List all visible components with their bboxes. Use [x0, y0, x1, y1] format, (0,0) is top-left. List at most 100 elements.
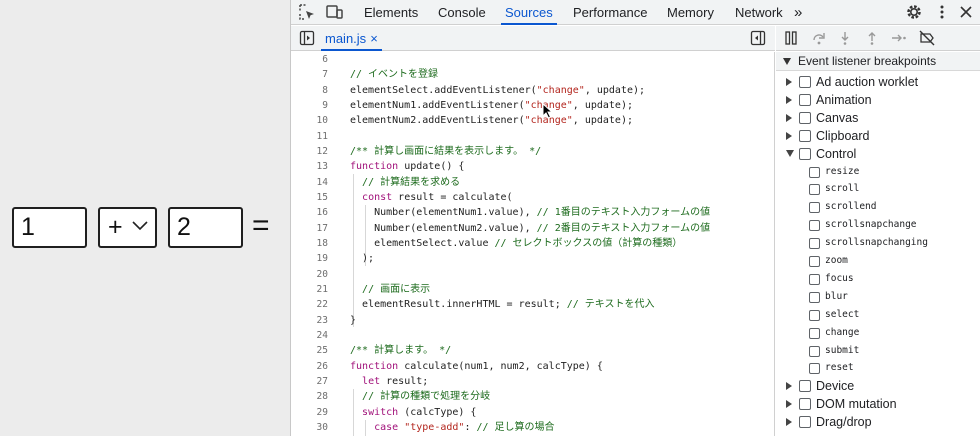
tab-elements[interactable]: Elements	[364, 0, 418, 25]
line-number[interactable]: 19	[291, 251, 328, 266]
breakpoint-category[interactable]: Clipboard	[776, 127, 980, 145]
line-number[interactable]: 21	[291, 282, 328, 297]
line-number[interactable]: 12	[291, 144, 328, 159]
code-line[interactable]: 28 // 計算の種類で処理を分岐	[291, 389, 774, 404]
code-line[interactable]: 25 /** 計算します。 */	[291, 343, 774, 358]
code-line[interactable]: 9 elementNum1.addEventListener("change", …	[291, 98, 774, 113]
expanded-triangle-icon[interactable]	[786, 149, 794, 157]
tab-performance[interactable]: Performance	[573, 0, 647, 25]
breakpoint-category[interactable]: Drag/drop	[776, 413, 980, 431]
breakpoint-category[interactable]: Ad auction worklet	[776, 73, 980, 91]
code-line[interactable]: 7 // イベントを登録	[291, 67, 774, 82]
code-line[interactable]: 24	[291, 328, 774, 343]
line-number[interactable]: 20	[291, 267, 328, 282]
event-checkbox[interactable]	[809, 363, 820, 375]
collapsed-triangle-icon[interactable]	[786, 131, 792, 140]
step-out-icon[interactable]	[865, 31, 879, 45]
line-number[interactable]: 8	[291, 83, 328, 98]
line-number[interactable]: 30	[291, 420, 328, 435]
line-number[interactable]: 26	[291, 359, 328, 374]
breakpoint-category[interactable]: Device	[776, 377, 980, 395]
collapsed-triangle-icon[interactable]	[786, 400, 792, 409]
code-line[interactable]: 23}	[291, 313, 774, 328]
event-checkbox[interactable]	[809, 309, 820, 321]
code-line[interactable]: 12 /** 計算し画面に結果を表示します。 */	[291, 144, 774, 159]
code-line[interactable]: 10 elementNum2.addEventListener("change",…	[291, 113, 774, 128]
device-toolbar-icon[interactable]	[325, 3, 343, 21]
line-number[interactable]: 13	[291, 159, 328, 174]
code-line[interactable]: 16 Number(elementNum1.value), // 1番目のテキス…	[291, 205, 774, 220]
event-breakpoint[interactable]: submit	[776, 342, 980, 360]
inspect-element-icon[interactable]	[298, 3, 316, 21]
breakpoint-category[interactable]: Canvas	[776, 109, 980, 127]
line-number[interactable]: 27	[291, 374, 328, 389]
collapsed-triangle-icon[interactable]	[786, 113, 792, 122]
line-number[interactable]: 28	[291, 389, 328, 404]
deactivate-breakpoints-icon[interactable]	[919, 30, 935, 46]
breakpoint-category[interactable]: Control	[776, 145, 980, 163]
toggle-debugger-icon[interactable]	[750, 30, 766, 46]
more-tabs-button[interactable]: »	[794, 0, 802, 25]
category-checkbox[interactable]	[799, 380, 811, 393]
code-editor[interactable]: 6 7 // イベントを登録 8 elementSelect.addEventListe…	[291, 52, 775, 436]
tab-console[interactable]: Console	[438, 0, 486, 25]
line-number[interactable]: 16	[291, 205, 328, 220]
category-checkbox[interactable]	[799, 111, 811, 124]
event-checkbox[interactable]	[809, 184, 820, 196]
code-line[interactable]: 27 let result;	[291, 374, 774, 389]
event-checkbox[interactable]	[809, 238, 820, 250]
line-number[interactable]: 10	[291, 113, 328, 128]
event-checkbox[interactable]	[809, 220, 820, 232]
breakpoint-category[interactable]: DOM mutation	[776, 395, 980, 413]
close-file-icon[interactable]: ×	[370, 31, 378, 46]
breakpoint-category[interactable]: Animation	[776, 91, 980, 109]
line-number[interactable]: 11	[291, 129, 328, 144]
code-line[interactable]: 13 function update() {	[291, 159, 774, 174]
event-breakpoint[interactable]: change	[776, 324, 980, 342]
event-checkbox[interactable]	[809, 202, 820, 214]
settings-gear-icon[interactable]	[905, 3, 923, 21]
number1-input[interactable]: 1	[12, 207, 87, 248]
event-breakpoint[interactable]: scrollsnapchange	[776, 216, 980, 234]
code-line[interactable]: 22 elementResult.innerHTML = result; // …	[291, 297, 774, 312]
code-line[interactable]: 8 elementSelect.addEventListener("change"…	[291, 83, 774, 98]
category-checkbox[interactable]	[799, 416, 811, 429]
tab-sources[interactable]: Sources	[501, 0, 557, 25]
line-number[interactable]: 24	[291, 328, 328, 343]
line-number[interactable]: 22	[291, 297, 328, 312]
line-number[interactable]: 14	[291, 175, 328, 190]
category-checkbox[interactable]	[799, 93, 811, 106]
step-into-icon[interactable]	[838, 31, 852, 45]
code-line[interactable]: 14 // 計算結果を求める	[291, 175, 774, 190]
event-checkbox[interactable]	[809, 273, 820, 285]
pause-icon[interactable]	[784, 31, 798, 45]
code-line[interactable]: 15 const result = calculate(	[291, 190, 774, 205]
collapsed-triangle-icon[interactable]	[786, 382, 792, 391]
code-line[interactable]: 6	[291, 52, 774, 67]
collapsed-triangle-icon[interactable]	[786, 418, 792, 427]
event-checkbox[interactable]	[809, 291, 820, 303]
step-icon[interactable]	[891, 31, 907, 45]
breakpoints-header[interactable]: Event listener breakpoints	[776, 52, 980, 71]
event-breakpoint[interactable]: scrollend	[776, 198, 980, 216]
event-breakpoint[interactable]: scrollsnapchanging	[776, 234, 980, 252]
close-devtools-icon[interactable]	[957, 3, 975, 21]
code-line[interactable]: 30 case "type-add": // 足し算の場合	[291, 420, 774, 435]
collapsed-triangle-icon[interactable]	[786, 95, 792, 104]
line-number[interactable]: 29	[291, 405, 328, 420]
code-line[interactable]: 19 );	[291, 251, 774, 266]
code-line[interactable]: 17 Number(elementNum2.value), // 2番目のテキス…	[291, 221, 774, 236]
code-line[interactable]: 11	[291, 129, 774, 144]
code-line[interactable]: 18 elementSelect.value // セレクトボックスの値（計算の…	[291, 236, 774, 251]
event-breakpoint[interactable]: select	[776, 306, 980, 324]
event-checkbox[interactable]	[809, 345, 820, 357]
event-breakpoint[interactable]: focus	[776, 270, 980, 288]
code-line[interactable]: 20	[291, 267, 774, 282]
line-number[interactable]: 18	[291, 236, 328, 251]
event-checkbox[interactable]	[809, 327, 820, 339]
event-breakpoint[interactable]: zoom	[776, 252, 980, 270]
event-checkbox[interactable]	[809, 256, 820, 267]
category-checkbox[interactable]	[799, 129, 811, 142]
category-checkbox[interactable]	[799, 398, 811, 411]
category-checkbox[interactable]	[799, 147, 811, 160]
